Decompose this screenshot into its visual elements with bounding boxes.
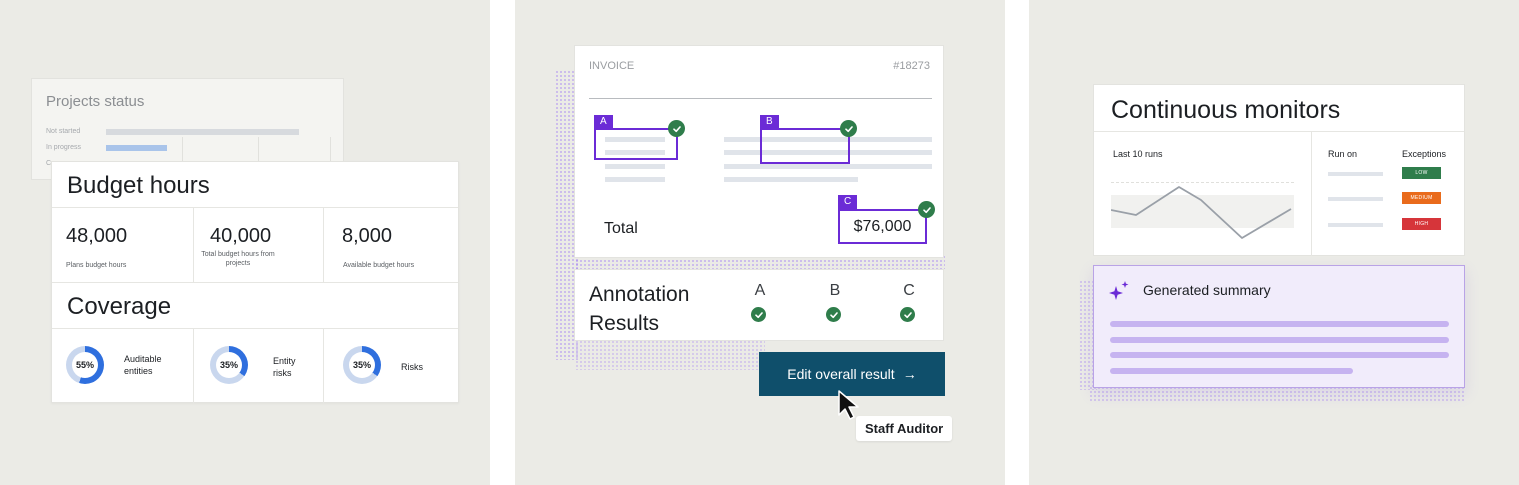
placeholder-line — [724, 177, 858, 182]
continuous-monitors-title: Continuous monitors — [1111, 96, 1341, 124]
status-bar-not-started — [106, 129, 299, 135]
check-icon — [918, 201, 935, 218]
placeholder-line — [1328, 197, 1383, 201]
coverage-label: Risks — [401, 362, 423, 372]
donut-percent: 35% — [349, 352, 375, 378]
cursor-user-tooltip: Staff Auditor — [856, 416, 953, 441]
panel-continuous-monitors: Continuous monitors Last 10 runs Run on … — [1029, 0, 1519, 485]
divider — [1094, 131, 1464, 132]
divider — [589, 98, 932, 99]
invoice-total-label: Total — [604, 220, 638, 237]
divider — [323, 207, 324, 282]
budget-hours-card: Budget hours 48,000 Plans budget hours 4… — [51, 161, 459, 404]
sparkle-icon — [1109, 281, 1129, 300]
placeholder-line — [1328, 223, 1383, 227]
trend-line-chart — [1111, 186, 1292, 239]
exception-badge-medium: MEDIUM — [1402, 192, 1441, 204]
status-row-label: Not started — [46, 128, 81, 135]
coverage-label: Auditable entities — [124, 354, 162, 376]
divider — [1311, 131, 1312, 256]
generated-summary-card: Generated summary — [1093, 265, 1465, 388]
donut-percent: 35% — [216, 352, 242, 378]
panel-dashboard: Projects status Not started In progress … — [0, 0, 490, 485]
divider — [323, 328, 324, 404]
edit-button-label: Edit overall result — [787, 366, 895, 382]
check-icon — [751, 307, 766, 322]
exception-badge-low: LOW — [1402, 167, 1441, 179]
placeholder-line — [724, 164, 932, 169]
coverage-donut-chart: 35% — [210, 346, 248, 384]
divider — [193, 207, 194, 282]
arrow-right-icon: → — [902, 366, 917, 382]
summary-text-line — [1110, 337, 1449, 343]
placeholder-line — [605, 164, 665, 169]
check-icon — [840, 120, 857, 137]
continuous-monitors-card: Continuous monitors Last 10 runs Run on … — [1093, 84, 1465, 256]
metric-plans-budget-hours-value: 48,000 — [66, 225, 128, 247]
last-runs-label: Last 10 runs — [1113, 149, 1163, 159]
annotation-tag-b: B — [760, 115, 779, 129]
annotation-box-b[interactable] — [760, 128, 850, 164]
placeholder-line — [605, 177, 665, 182]
status-bar-in-progress — [106, 145, 167, 151]
invoice-total-value[interactable]: $76,000 — [838, 209, 927, 244]
divider — [193, 328, 194, 404]
invoice-number: #18273 — [893, 60, 930, 72]
coverage-donut-chart: 55% — [66, 346, 104, 384]
donut-percent: 55% — [72, 352, 98, 378]
annotation-box-a[interactable] — [594, 128, 678, 160]
coverage-donut-chart: 35% — [343, 346, 381, 384]
annotation-results-card: Annotation Results A B C — [574, 269, 944, 341]
generated-summary-title: Generated summary — [1143, 282, 1271, 298]
metric-available-hours-label: Available budget hours — [343, 262, 415, 269]
panel-invoice-annotation: INVOICE #18273 A B Total $76,000 C Annot… — [515, 0, 1005, 485]
annotation-tag-a: A — [594, 115, 613, 129]
divider — [52, 328, 458, 329]
divider — [52, 282, 458, 283]
halftone-decoration — [1089, 386, 1465, 402]
invoice-card: INVOICE #18273 A B Total $76,000 C — [574, 45, 944, 258]
summary-text-line — [1110, 321, 1449, 327]
exceptions-label: Exceptions — [1402, 149, 1447, 159]
result-column-a: A — [754, 282, 766, 299]
summary-text-line — [1110, 352, 1449, 358]
status-row-label: In progress — [46, 144, 82, 151]
coverage-label: Entity risks — [273, 356, 296, 378]
invoice-label: INVOICE — [589, 60, 635, 72]
halftone-decoration — [575, 340, 765, 370]
metric-plans-budget-hours-label: Plans budget hours — [66, 262, 127, 269]
metric-project-hours-value: 40,000 — [210, 225, 272, 247]
metric-project-hours-label: Total budget hours from projects — [201, 251, 275, 267]
summary-text-line — [1110, 368, 1353, 374]
check-icon — [826, 307, 841, 322]
coverage-title: Coverage — [67, 293, 172, 320]
projects-status-title: Projects status — [46, 93, 145, 110]
run-on-label: Run on — [1328, 149, 1358, 159]
result-column-b: B — [829, 282, 841, 299]
divider — [52, 207, 458, 208]
metric-available-hours-value: 8,000 — [342, 225, 393, 247]
placeholder-line — [1328, 172, 1383, 176]
result-column-c: C — [903, 282, 915, 299]
annotation-tag-c: C — [838, 195, 858, 209]
exception-badge-high: HIGH — [1402, 218, 1441, 230]
check-icon — [900, 307, 915, 322]
budget-hours-title: Budget hours — [67, 172, 210, 199]
check-icon — [668, 120, 685, 137]
annotation-results-title: Annotation Results — [589, 283, 690, 335]
